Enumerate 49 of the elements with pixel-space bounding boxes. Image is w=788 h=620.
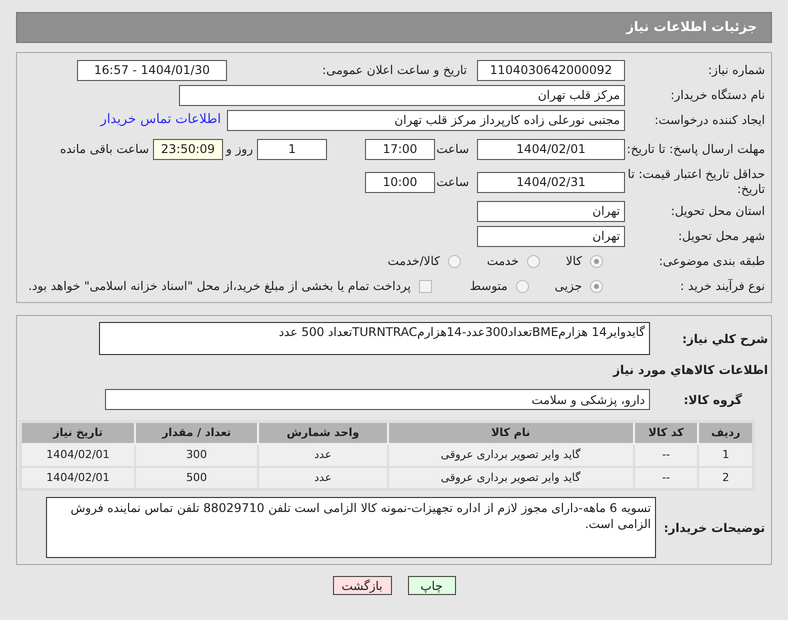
days-field[interactable]: 1 [257,138,327,160]
field-label: طبقه بندی موضوعی: [658,254,765,268]
validity-date-field[interactable]: 1404/02/31 [477,172,625,192]
field-label: شرح کلي نياز: [681,332,768,346]
field-label: گروه کالا: [682,392,743,406]
field-label: جزیی [554,278,582,295]
section-heading: اطلاعات كالاهاي مورد نياز [612,362,768,379]
field-label: کالا [566,253,582,270]
field-label: شهر محل تحویل: [677,229,765,243]
requester-field[interactable]: مجتبی نورعلی زاده کارپرداز مرکز قلب تهران [227,110,625,130]
radio-button[interactable] [516,280,529,292]
field-label: ساعت [435,141,469,158]
field-label: روز و [224,141,253,158]
radio-button[interactable] [590,280,603,292]
back-button[interactable]: بازگشت [332,576,392,595]
reply-date-field[interactable]: 1404/02/01 [477,138,625,160]
buyer-contact-link[interactable]: اطلاعات تماس خریدار [100,110,221,130]
field-label: نوع فرآیند خرید : [679,279,765,293]
announce-date-field[interactable]: 1404/01/30 - 16:57 [77,60,227,80]
radio-button[interactable] [526,254,540,268]
buyer-notes-textarea[interactable]: تسویه 6 ماهه-دارای مجوز لازم از اداره تجهیزات-نمونه کالا الزامی است تلفن 88029710 تلفن تماس نماینده فروش الزامی است. [46,497,656,558]
radio-button[interactable] [448,254,461,268]
page-header: جزئیات اطلاعات نیاز [16,12,772,43]
validity-time-field[interactable]: 10:00 [365,172,435,192]
field-label: ایجاد کننده درخواست: [653,113,765,127]
print-button[interactable]: چاپ [408,576,456,595]
field-label: ساعت [435,174,469,191]
remaining-time-field[interactable]: 23:50:09 [153,138,223,160]
city-field[interactable]: تهران [477,226,625,246]
field-label: شماره نیاز: [707,63,765,77]
field-label: ساعت باقی مانده [60,141,149,158]
field-label: پرداخت تمام یا بخشی از مبلغ خرید،از محل "اسناد خزانه اسلامی" خواهد بود. [28,278,411,295]
radio-button[interactable] [590,254,603,268]
need-number-field[interactable]: 1104030642000092 [477,60,625,80]
checkbox[interactable] [418,280,432,292]
buyer-org-field[interactable]: مرکز قلب تهران [179,84,625,106]
goods-group-field[interactable]: دارو، پزشکی و سلامت [105,389,650,410]
reply-time-field[interactable]: 17:00 [365,138,435,160]
field-label: استان محل تحویل: [670,204,765,218]
field-label: نام دستگاه خریدار: [670,88,765,102]
field-label: متوسط [470,278,508,295]
province-field[interactable]: تهران [477,200,625,222]
field-label: کالا/خدمت [388,253,440,270]
field-label: مهلت ارسال پاسخ: تا تاریخ: [626,142,765,156]
field-label: تاریخ و ساعت اعلان عمومی: [321,63,467,77]
description-textarea[interactable]: گایدوایر14 هزارمBMEتعداد300عدد-14هزارمTURNTRACتعداد 500 عدد [99,322,650,355]
field-label: حداقل تاریخ اعتبار قیمت: تا تاریخ: [626,167,765,197]
field-label: توضیحات خریدار: [662,520,766,534]
field-label: خدمت [486,253,519,270]
